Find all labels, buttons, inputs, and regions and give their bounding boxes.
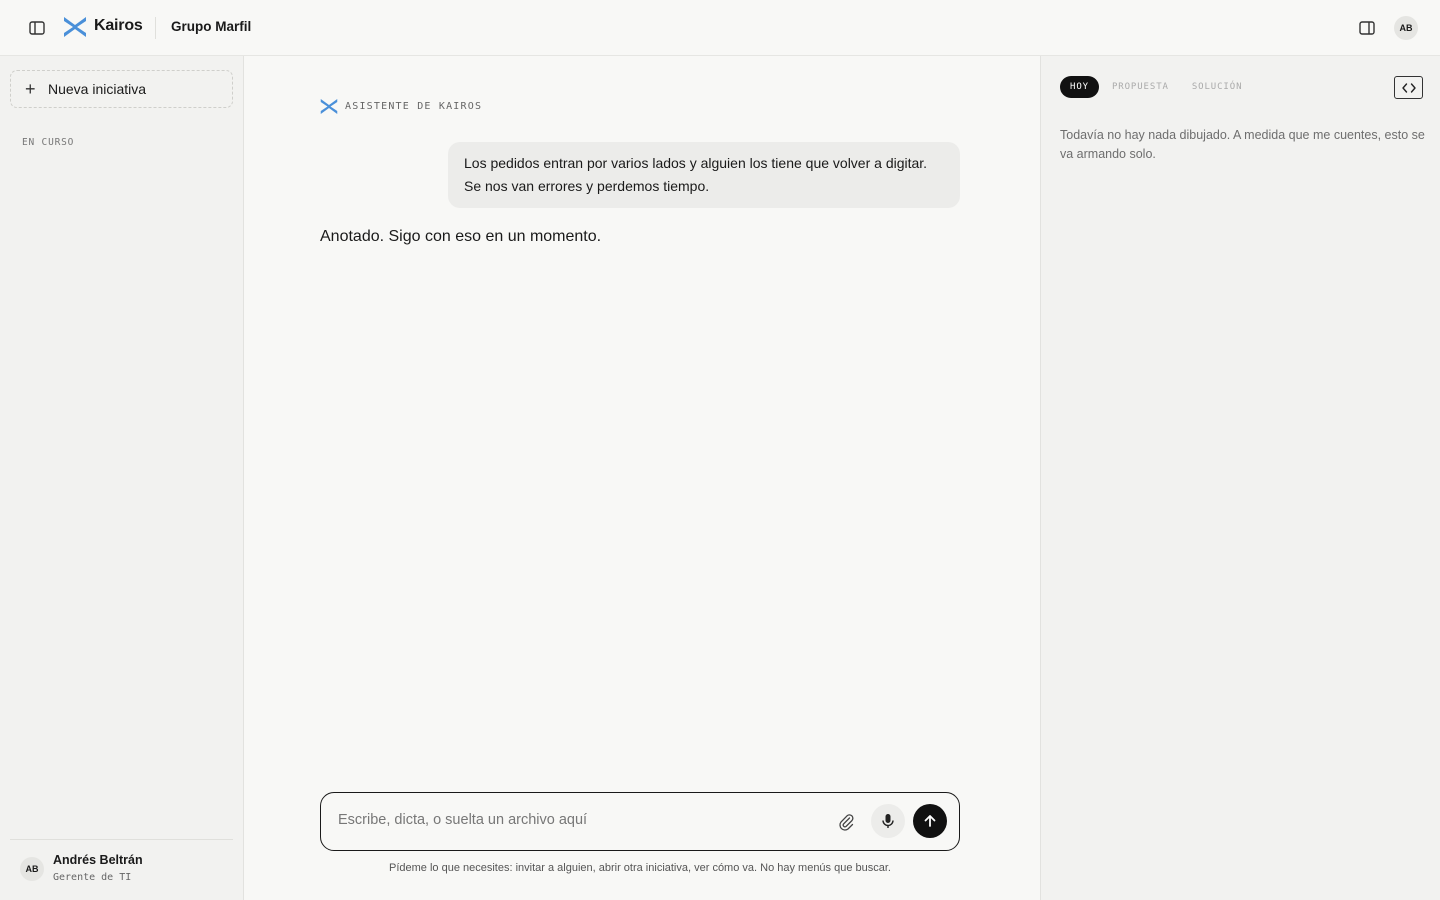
top-bar: Kairos Grupo Marfil AB xyxy=(0,0,1440,56)
assistant-logo-icon xyxy=(320,99,338,114)
new-initiative-button[interactable]: + Nueva iniciativa xyxy=(10,70,233,108)
user-message: Los pedidos entran por varios lados y al… xyxy=(448,142,960,208)
assistant-message: Anotado. Sigo con eso en un momento. xyxy=(320,228,602,245)
sidebar-toggle-icon[interactable] xyxy=(24,15,50,41)
composer-placeholder[interactable]: Escribe, dicta, o suelta un archivo aquí xyxy=(338,812,587,828)
avatar[interactable]: AB xyxy=(1394,16,1418,40)
user-avatar[interactable]: AB xyxy=(20,857,44,881)
user-role: Gerente de TI xyxy=(53,872,132,883)
assistant-header: ASISTENTE DE KAIROS xyxy=(320,98,482,115)
composer-hint: Pídeme lo que necesites: invitar a algui… xyxy=(389,862,891,874)
tab-solucion[interactable]: SOLUCIÓN xyxy=(1182,76,1253,98)
attach-icon[interactable] xyxy=(835,811,857,833)
code-view-icon[interactable] xyxy=(1394,76,1423,99)
tab-propuesta[interactable]: PROPUESTA xyxy=(1102,76,1179,98)
right-panel: HOY PROPUESTA SOLUCIÓN Todavía no hay na… xyxy=(1040,56,1440,900)
microphone-icon[interactable] xyxy=(871,804,905,838)
panel-toggle-icon[interactable] xyxy=(1355,16,1379,40)
organization-name[interactable]: Grupo Marfil xyxy=(171,19,251,34)
section-label-in-progress: EN CURSO xyxy=(22,137,75,148)
tab-hoy[interactable]: HOY xyxy=(1060,76,1099,98)
panel-empty-text: Todavía no hay nada dibujado. A medida q… xyxy=(1060,128,1425,161)
chat-area: ASISTENTE DE KAIROS Los pedidos entran p… xyxy=(244,56,1040,900)
user-divider xyxy=(10,839,233,840)
brand-name[interactable]: Kairos xyxy=(94,17,143,35)
sidebar: + Nueva iniciativa EN CURSO AB Andrés Be… xyxy=(0,56,244,900)
user-name[interactable]: Andrés Beltrán xyxy=(53,853,143,867)
assistant-label: ASISTENTE DE KAIROS xyxy=(345,101,483,112)
panel-tabs: HOY PROPUESTA SOLUCIÓN xyxy=(1060,76,1255,98)
kairos-logo-icon[interactable] xyxy=(63,16,87,38)
brand-divider xyxy=(155,17,156,39)
send-button[interactable] xyxy=(913,804,947,838)
arrow-up-icon xyxy=(924,815,936,827)
message-composer[interactable]: Escribe, dicta, o suelta un archivo aquí xyxy=(320,792,960,851)
plus-icon: + xyxy=(25,79,36,99)
new-initiative-label: Nueva iniciativa xyxy=(48,81,147,97)
